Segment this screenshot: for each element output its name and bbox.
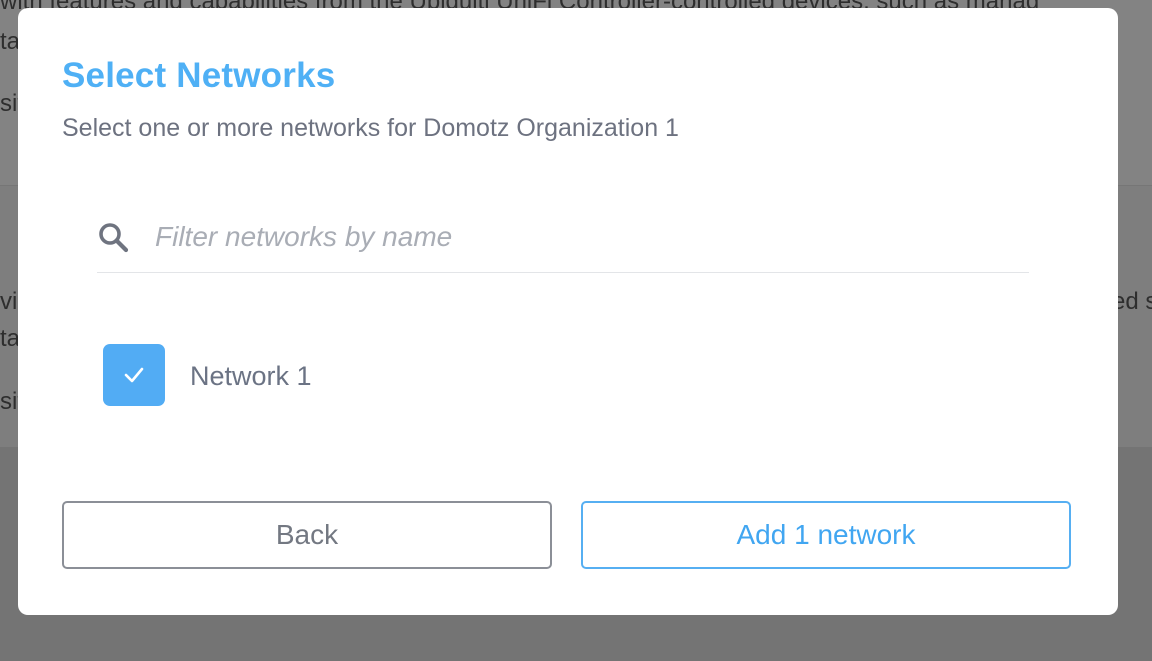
network-label: Network 1	[190, 361, 312, 391]
network-filter	[97, 208, 1029, 273]
background-text-line: ta	[0, 28, 21, 55]
add-network-button[interactable]: Add 1 network	[581, 501, 1071, 569]
background-text-line: ta	[0, 325, 21, 352]
checkmark-icon	[124, 367, 144, 383]
select-networks-modal: Select Networks Select one or more netwo…	[18, 8, 1118, 615]
back-button[interactable]: Back	[62, 501, 552, 569]
search-icon	[97, 221, 131, 255]
modal-title: Select Networks	[62, 56, 336, 95]
network-list-item[interactable]: Network 1	[103, 344, 503, 406]
filter-networks-input[interactable]	[153, 214, 1017, 260]
background-text-line: vi	[0, 288, 18, 315]
modal-subtitle: Select one or more networks for Domotz O…	[62, 114, 679, 142]
network-checkbox[interactable]	[103, 344, 165, 406]
background-text-line: ed s	[1112, 288, 1152, 315]
